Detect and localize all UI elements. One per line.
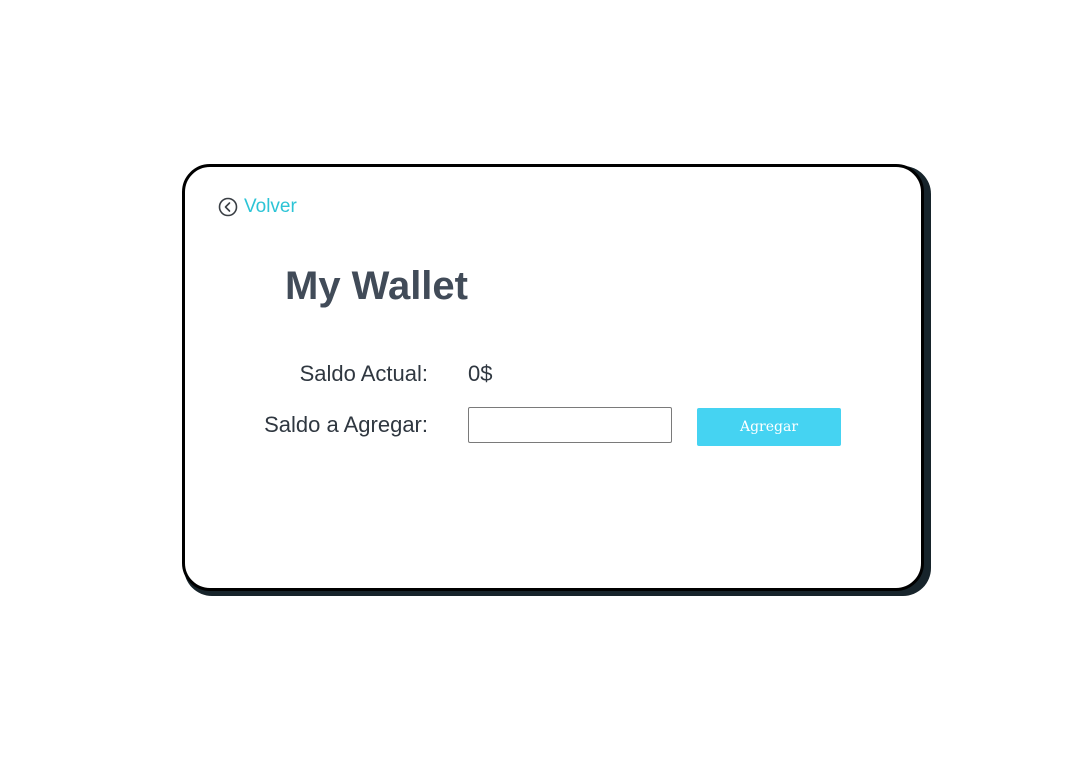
page: Volver My Wallet Saldo Actual: 0$ Saldo … xyxy=(0,0,1074,761)
current-balance-label: Saldo Actual: xyxy=(299,361,428,386)
page-title: My Wallet xyxy=(285,264,468,308)
back-link[interactable]: Volver xyxy=(218,197,297,217)
add-balance-input[interactable] xyxy=(468,407,672,443)
add-balance-label: Saldo a Agregar: xyxy=(264,412,428,437)
chevron-left-circle-icon xyxy=(218,197,238,217)
back-link-label: Volver xyxy=(244,196,297,217)
wallet-card: Volver My Wallet Saldo Actual: 0$ Saldo … xyxy=(182,164,924,591)
current-balance-value: 0$ xyxy=(468,361,493,386)
add-balance-button[interactable]: Agregar xyxy=(697,408,841,446)
